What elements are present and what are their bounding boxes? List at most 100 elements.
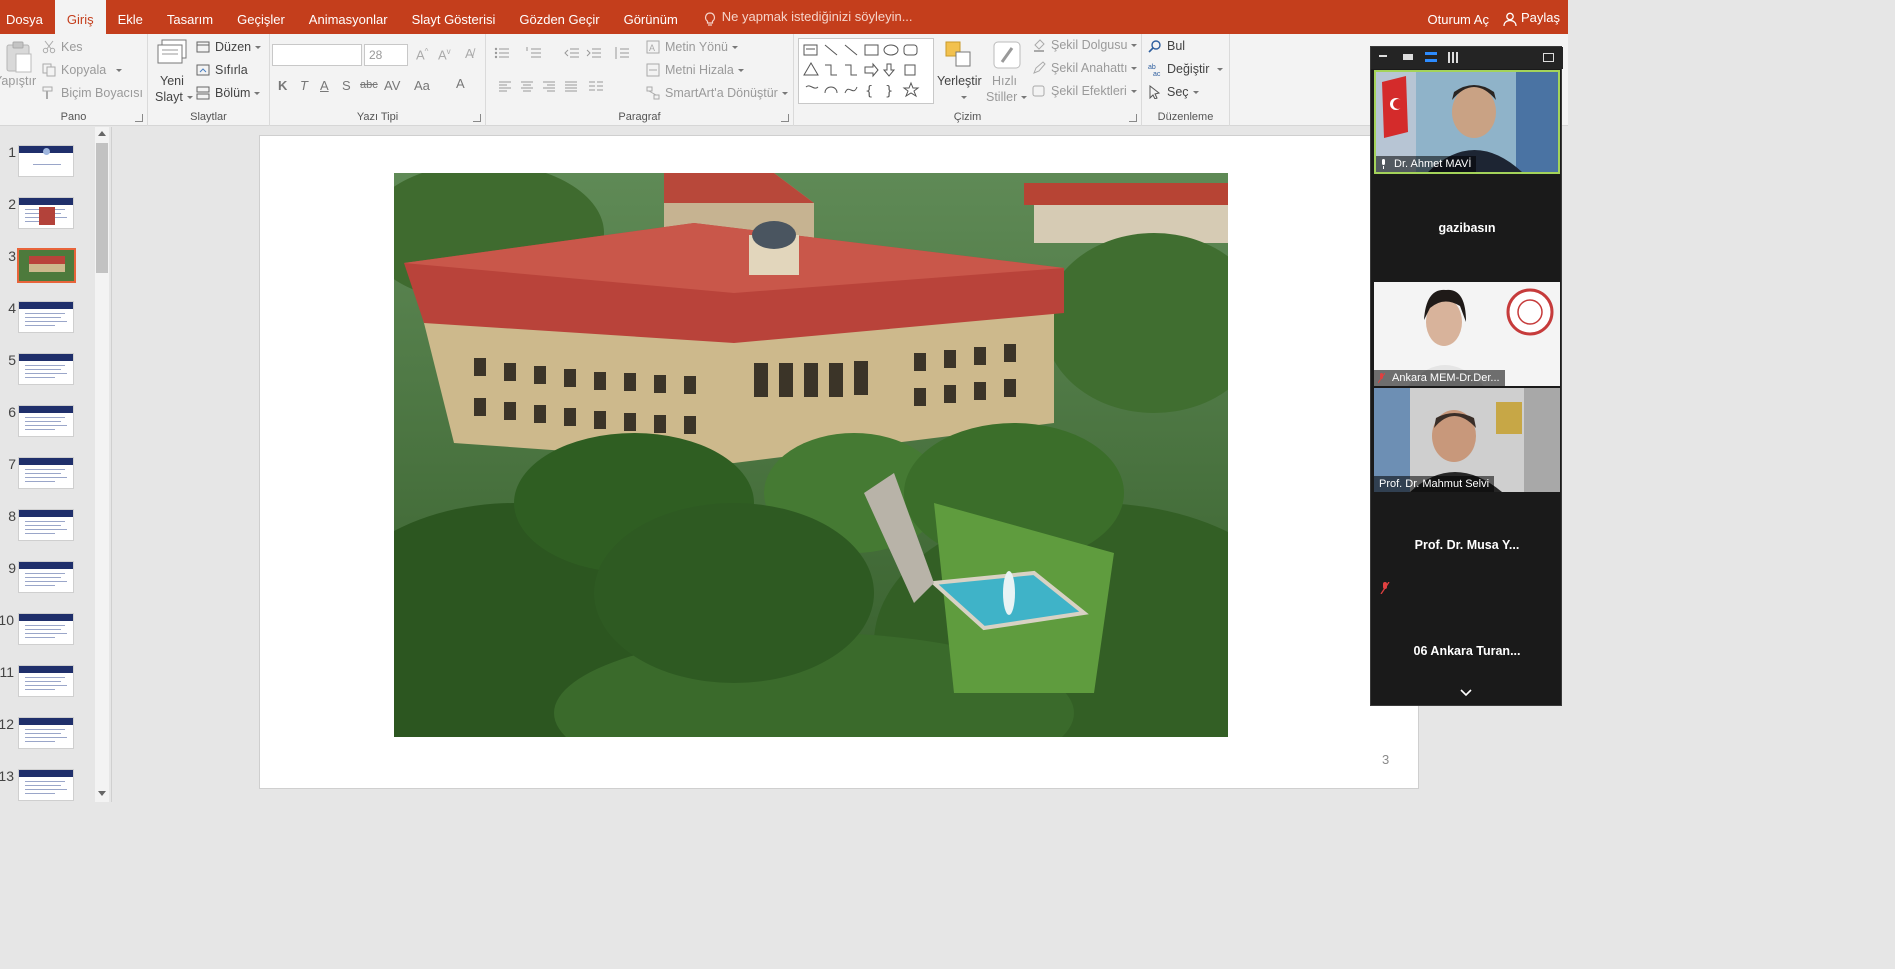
slide-thumbnail[interactable]	[18, 405, 74, 437]
speaker-view-icon[interactable]	[1425, 52, 1437, 62]
copy-button[interactable]: Kopyala	[42, 63, 123, 77]
gallery-view-icon[interactable]	[1448, 52, 1459, 63]
italic-icon[interactable]: T	[300, 78, 308, 93]
shadow-icon[interactable]: S	[342, 78, 351, 93]
decrease-font-icon[interactable]: Av	[438, 47, 451, 62]
slide-thumbnail-row[interactable]: 9	[0, 543, 95, 593]
tab-slayt-gosterisi[interactable]: Slayt Gösterisi	[400, 0, 508, 34]
font-name-box[interactable]	[272, 44, 362, 66]
scroll-thumb[interactable]	[96, 143, 108, 273]
slide-thumbnail[interactable]	[18, 613, 74, 645]
slide-thumbnail-row[interactable]: 4	[0, 283, 95, 333]
chevron-down-icon[interactable]	[1460, 689, 1472, 697]
shape-fill-button[interactable]: Şekil Dolgusu	[1032, 38, 1138, 52]
tab-gorunum[interactable]: Görünüm	[612, 0, 690, 34]
smartart-button[interactable]: SmartArt'a Dönüştür	[646, 86, 788, 100]
slide-thumbnail[interactable]	[18, 145, 74, 177]
tab-giris[interactable]: Giriş	[54, 0, 106, 34]
share-button[interactable]: Paylaş	[1497, 8, 1568, 27]
slide-thumbnail-row[interactable]: 7	[0, 439, 95, 489]
scroll-down-icon[interactable]	[98, 791, 106, 796]
slide-thumbnail[interactable]	[18, 457, 74, 489]
quick-styles-label-1[interactable]: Hızlı	[992, 74, 1017, 88]
spacing-icon[interactable]: AV	[384, 78, 400, 93]
participant-tile[interactable]: Prof. Dr. Mahmut Selvi	[1374, 388, 1560, 492]
slide-thumbnail-row[interactable]: 10	[0, 595, 95, 645]
quick-styles-button[interactable]: Stiller	[986, 90, 1028, 104]
participant-tile[interactable]: Ankara MEM-Dr.Der...	[1374, 282, 1560, 386]
tab-tasarim[interactable]: Tasarım	[155, 0, 225, 34]
scroll-up-icon[interactable]	[98, 131, 106, 136]
slide-thumbnail-row[interactable]: 1	[0, 127, 95, 177]
slide-thumbnail[interactable]	[18, 509, 74, 541]
decrease-indent-icon[interactable]	[564, 46, 580, 60]
find-button[interactable]: Bul	[1148, 39, 1185, 53]
align-left-icon[interactable]	[498, 80, 512, 92]
slide-thumbnail-row[interactable]: 13	[0, 751, 95, 801]
slide-thumbnail-row[interactable]: 6	[0, 387, 95, 437]
tab-dosya[interactable]: Dosya	[0, 0, 55, 34]
slide-thumbnail[interactable]	[18, 717, 74, 749]
cizim-launcher[interactable]	[1129, 114, 1137, 122]
slide-thumbnail-row[interactable]: 5	[0, 335, 95, 385]
line-spacing-icon[interactable]	[614, 46, 630, 60]
shapes-gallery[interactable]: { }	[798, 38, 934, 104]
tell-me-box[interactable]: Ne yapmak istediğinizi söyleyin...	[690, 0, 913, 34]
slide-thumbnail-row[interactable]: 3	[0, 231, 95, 283]
slide-thumbnail-row[interactable]: 11	[0, 647, 95, 697]
font-size-box[interactable]: 28	[364, 44, 408, 66]
new-slide-button[interactable]: Slayt	[155, 90, 193, 104]
paragraf-launcher[interactable]	[781, 114, 789, 122]
font-color-icon[interactable]: A	[456, 76, 465, 91]
slide-thumbnail-row[interactable]: 8	[0, 491, 95, 541]
replace-button[interactable]: ab ac Değiştir	[1148, 62, 1224, 76]
justify-icon[interactable]	[564, 80, 578, 92]
paste-button[interactable]: Yapıştır	[0, 74, 36, 88]
text-direction-button[interactable]: A Metin Yönü	[646, 40, 739, 54]
slide-thumbnail[interactable]	[18, 301, 74, 333]
tab-gecisler[interactable]: Geçişler	[225, 0, 297, 34]
arrange-caret[interactable]	[961, 96, 967, 99]
shape-effects-button[interactable]: Şekil Efektleri	[1032, 84, 1137, 98]
clear-format-icon[interactable]: A̸	[465, 46, 474, 61]
thumbnails-scrollbar[interactable]	[95, 127, 109, 802]
pano-launcher[interactable]	[135, 114, 143, 122]
slide-thumbnail[interactable]	[18, 769, 74, 801]
minimize-icon[interactable]	[1379, 55, 1387, 57]
slide-thumbnail[interactable]	[18, 197, 74, 229]
current-slide[interactable]: 3	[259, 135, 1419, 789]
tab-animasyonlar[interactable]: Animasyonlar	[297, 0, 400, 34]
yazi-tipi-launcher[interactable]	[473, 114, 481, 122]
slide-thumbnail-row[interactable]: 12	[0, 699, 95, 749]
slide-thumbnail[interactable]	[18, 665, 74, 697]
reset-button[interactable]: Sıfırla	[196, 63, 248, 77]
bold-icon[interactable]: K	[278, 78, 287, 93]
increase-indent-icon[interactable]	[586, 46, 602, 60]
bullets-icon[interactable]	[494, 46, 510, 60]
participant-tile[interactable]: Dr. Ahmet MAVİ	[1374, 70, 1560, 174]
layout-button[interactable]: Düzen	[196, 40, 262, 54]
tab-gozden-gecir[interactable]: Gözden Geçir	[507, 0, 611, 34]
participant-tile[interactable]: gazibasın	[1374, 177, 1560, 281]
strikethrough-icon[interactable]: abc	[360, 79, 378, 91]
slide-thumbnail[interactable]	[17, 248, 76, 283]
align-text-button[interactable]: Metni Hizala	[646, 63, 744, 77]
align-right-icon[interactable]	[542, 80, 556, 92]
slide-thumbnail[interactable]	[18, 561, 74, 593]
tab-ekle[interactable]: Ekle	[106, 0, 155, 34]
slide-thumbnail-row[interactable]: 2	[0, 179, 95, 229]
section-button[interactable]: Bölüm	[196, 86, 261, 100]
change-case-icon[interactable]: Aa	[414, 78, 430, 93]
underline-icon[interactable]: A	[320, 78, 329, 93]
expand-icon[interactable]	[1543, 53, 1554, 62]
format-painter-button[interactable]: Biçim Boyacısı	[42, 86, 143, 100]
sign-in-link[interactable]: Oturum Aç	[1420, 0, 1497, 34]
columns-icon[interactable]	[588, 80, 604, 92]
new-slide-label-1[interactable]: Yeni	[160, 74, 184, 88]
cut-button[interactable]: Kes	[42, 40, 83, 54]
arrange-button[interactable]: Yerleştir	[937, 74, 982, 88]
align-center-icon[interactable]	[520, 80, 534, 92]
select-button[interactable]: Seç	[1148, 85, 1199, 99]
shape-outline-button[interactable]: Şekil Anahattı	[1032, 61, 1138, 75]
campus-photo[interactable]	[394, 173, 1228, 737]
